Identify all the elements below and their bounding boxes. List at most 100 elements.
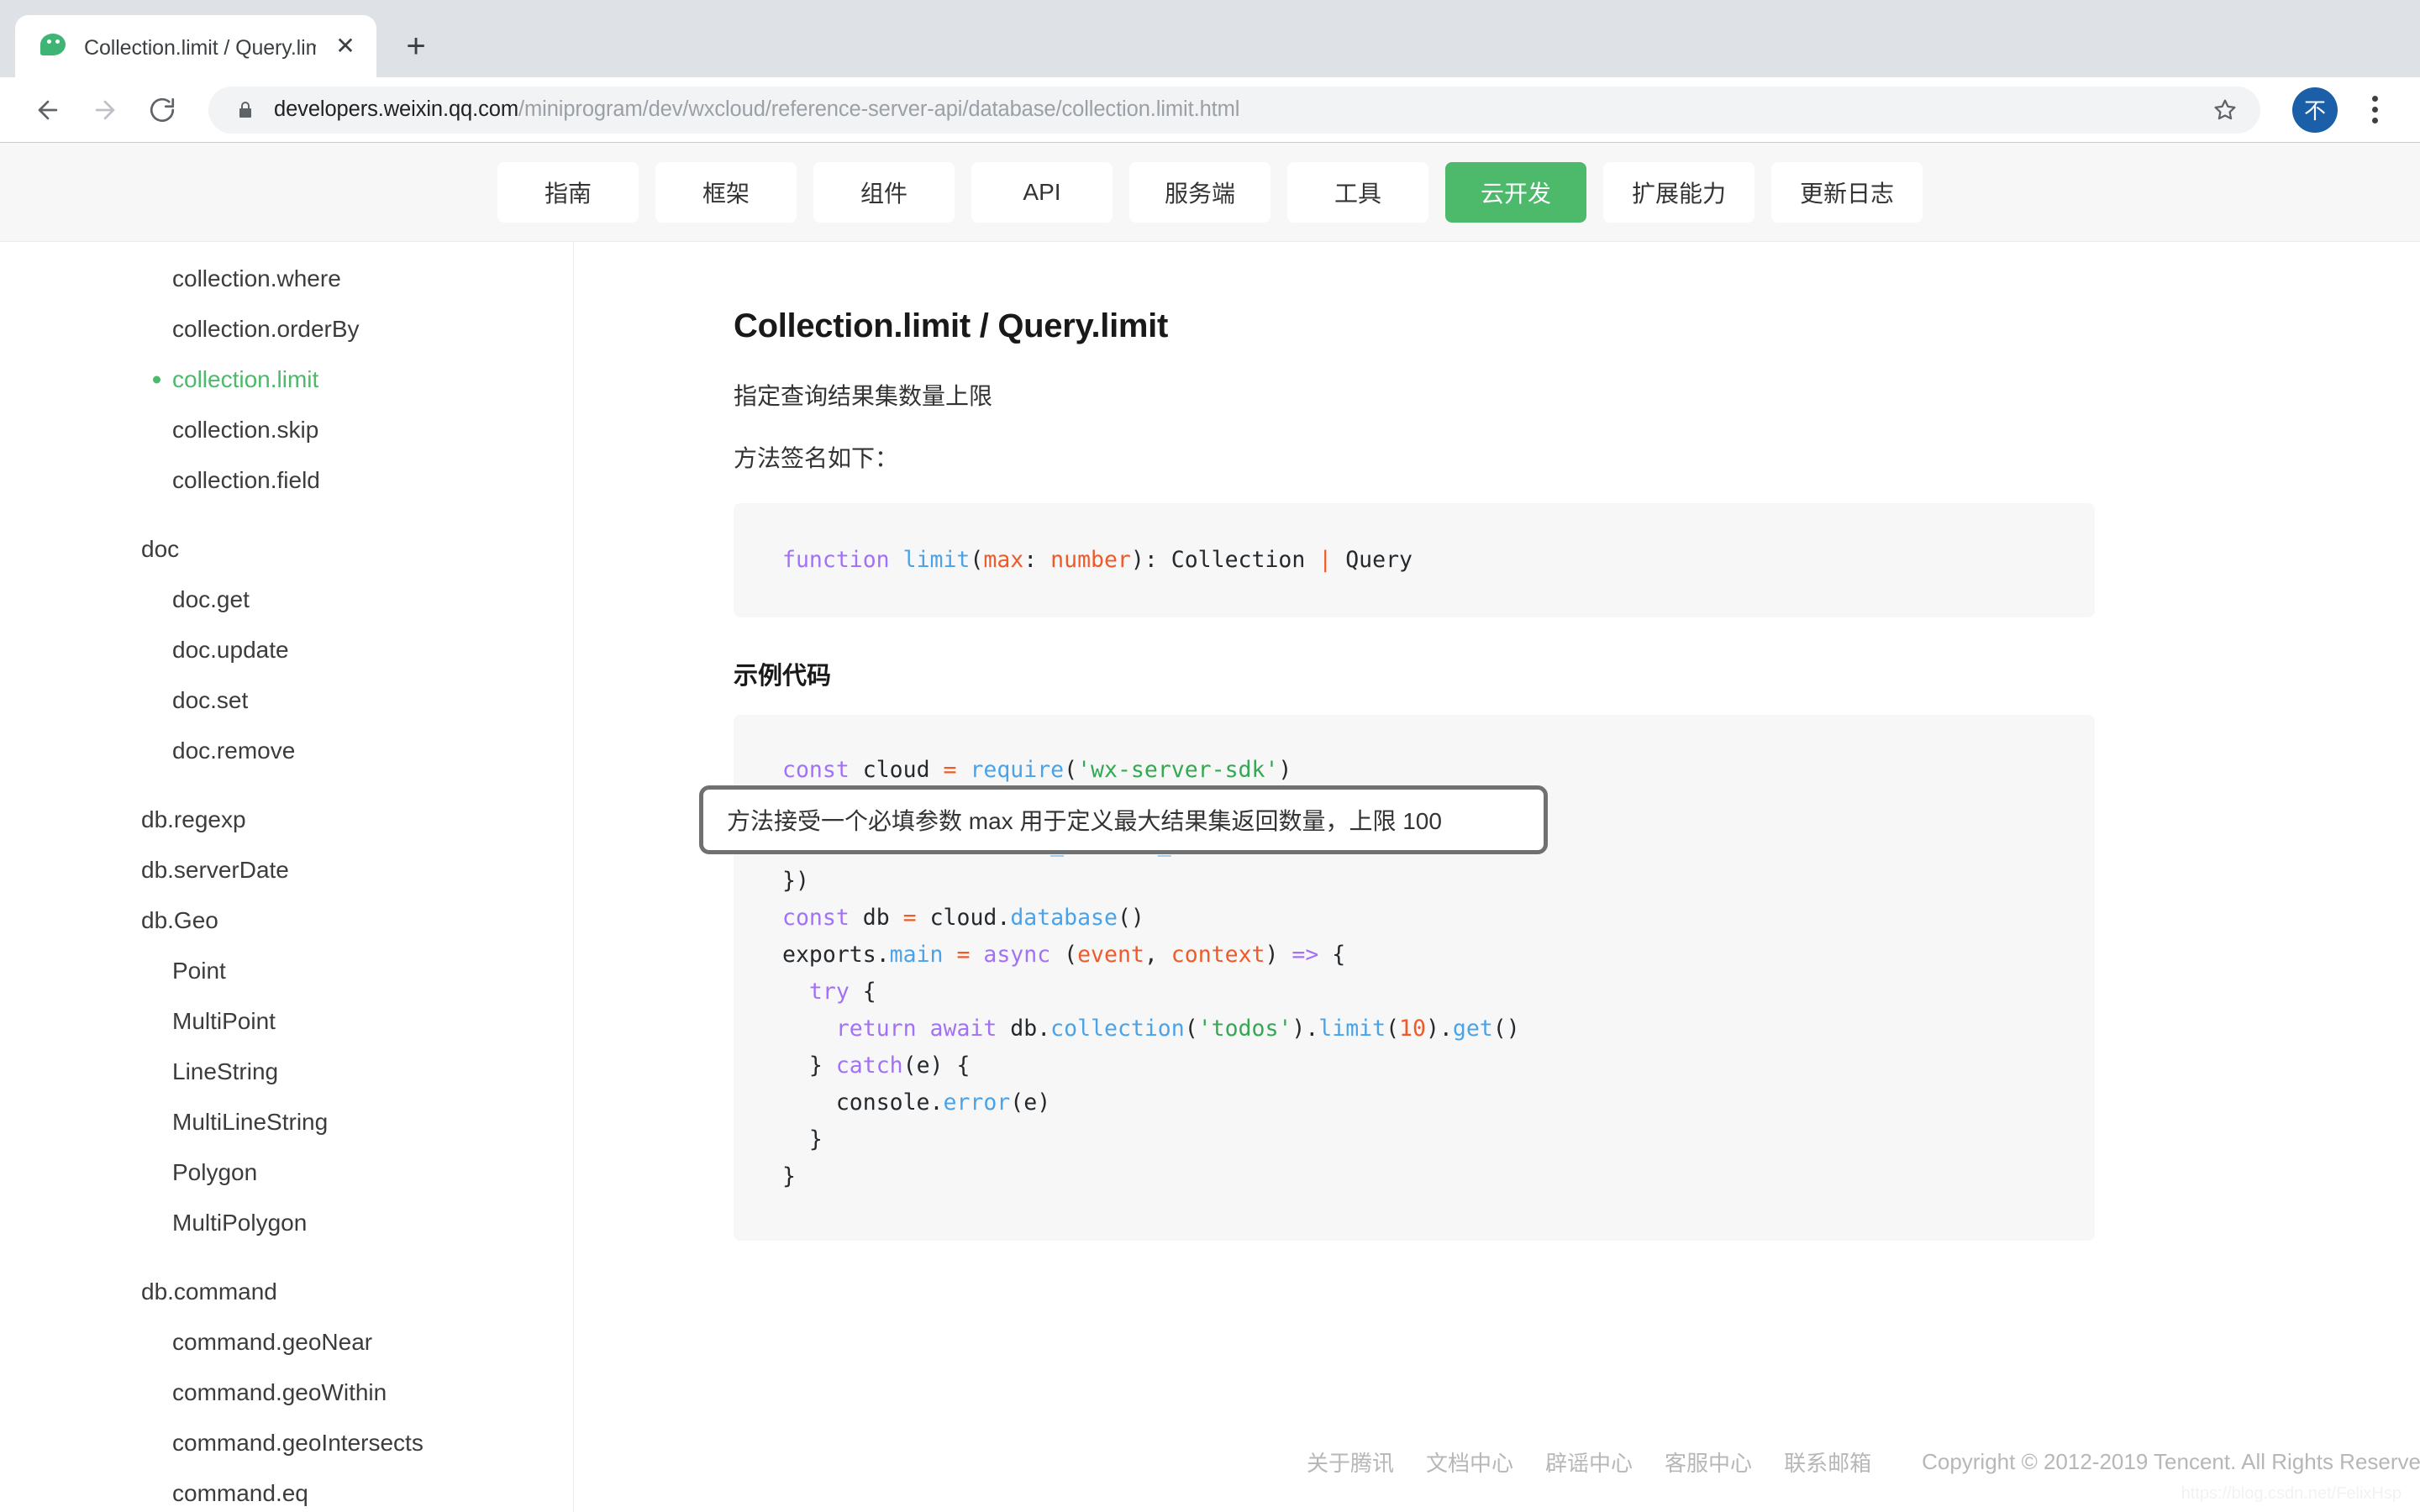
- sidebar-item-doc-remove[interactable]: doc.remove: [0, 726, 573, 776]
- sidebar-item-command-geowithin[interactable]: command.geoWithin: [0, 1368, 573, 1418]
- nav-item-gongju[interactable]: 工具: [1286, 161, 1428, 223]
- nav-item-yunkaifa[interactable]: 云开发: [1444, 161, 1586, 223]
- sidebar-item-linestring[interactable]: LineString: [0, 1047, 573, 1097]
- page-content: 指南 框架 组件 API 服务端 工具 云开发 扩展能力 更新日志 collec…: [0, 143, 2420, 1512]
- tab-title: Collection.limit / Query.limit | 微: [84, 36, 316, 60]
- sidebar-item-label: MultiLineString: [172, 1109, 329, 1135]
- sidebar-item-polygon[interactable]: Polygon: [0, 1147, 573, 1198]
- tab-strip: Collection.limit / Query.limit | 微 ✕ +: [0, 0, 2420, 77]
- sidebar-item-label: Point: [172, 958, 226, 984]
- browser-toolbar: developers.weixin.qq.com/miniprogram/dev…: [0, 77, 2420, 143]
- sidebar-item-label: db.command: [141, 1278, 277, 1305]
- sidebar-item-label: command.eq: [172, 1480, 308, 1506]
- address-bar[interactable]: developers.weixin.qq.com/miniprogram/dev…: [208, 86, 2260, 134]
- nav-item-zujian[interactable]: 组件: [813, 161, 955, 223]
- forward-icon[interactable]: [79, 84, 131, 136]
- page-description: 指定查询结果集数量上限: [734, 383, 993, 409]
- copyright-text: Copyright © 2012-2019 Tencent. All Right…: [1922, 1448, 2420, 1474]
- sidebar: collection.where collection.orderBy coll…: [0, 242, 574, 1512]
- sidebar-item-label: LineString: [172, 1058, 279, 1084]
- reload-icon[interactable]: [136, 84, 188, 136]
- sidebar-item-label: doc.update: [172, 637, 289, 663]
- nav-item-gengxinrizhi[interactable]: 更新日志: [1771, 161, 1923, 223]
- sidebar-item-label: command.geoIntersects: [172, 1430, 424, 1456]
- body-area: collection.where collection.orderBy coll…: [0, 242, 2420, 1512]
- url-path: /miniprogram/dev/wxcloud/reference-serve…: [518, 97, 1240, 121]
- sidebar-item-label: collection.limit: [172, 366, 319, 392]
- sidebar-item-multilinestring[interactable]: MultiLineString: [0, 1097, 573, 1147]
- nav-item-kuozhannengli[interactable]: 扩展能力: [1602, 161, 1754, 223]
- sidebar-item-collection-skip[interactable]: collection.skip: [0, 405, 573, 455]
- bookmark-star-icon[interactable]: [2212, 97, 2238, 123]
- close-icon[interactable]: ✕: [331, 34, 360, 58]
- sidebar-item-multipoint[interactable]: MultiPoint: [0, 996, 573, 1047]
- lock-icon: [235, 99, 255, 121]
- footer-link-service-center[interactable]: 客服中心: [1665, 1446, 1752, 1478]
- main-content: Collection.limit / Query.limit 指定查询结果集数量…: [574, 242, 2420, 1512]
- footer-link-about-tencent[interactable]: 关于腾讯: [1307, 1446, 1394, 1478]
- sidebar-item-label: collection.orderBy: [172, 316, 360, 342]
- signature-code-text: function limit(max: number): Collection …: [782, 547, 1413, 573]
- signature-intro: 方法签名如下：: [734, 445, 899, 471]
- footer-link-contact-email[interactable]: 联系邮箱: [1784, 1446, 1871, 1478]
- browser-tab[interactable]: Collection.limit / Query.limit | 微 ✕: [15, 15, 376, 77]
- sidebar-item-label: db.regexp: [141, 806, 246, 832]
- sidebar-item-collection-orderby[interactable]: collection.orderBy: [0, 304, 573, 354]
- wechat-icon: [40, 32, 69, 60]
- sidebar-item-label: doc.remove: [172, 738, 296, 764]
- sidebar-item-collection-field[interactable]: collection.field: [0, 455, 573, 506]
- back-icon[interactable]: [22, 84, 74, 136]
- sidebar-item-collection-where[interactable]: collection.where: [0, 254, 573, 304]
- sidebar-item-db-regexp[interactable]: db.regexp: [0, 795, 573, 845]
- active-bullet-icon: [153, 375, 160, 384]
- page-title: Collection.limit / Query.limit: [734, 307, 1168, 344]
- sidebar-item-label: command.geoWithin: [172, 1379, 387, 1405]
- sidebar-item-label: doc: [141, 536, 180, 562]
- sidebar-item-label: command.geoNear: [172, 1329, 373, 1355]
- sidebar-item-label: Polygon: [172, 1159, 258, 1185]
- watermark-text: https://blog.csdn.net/FelixHsp: [2181, 1484, 2402, 1503]
- sidebar-item-point[interactable]: Point: [0, 946, 573, 996]
- sidebar-item-label: db.Geo: [141, 907, 218, 933]
- sidebar-item-label: MultiPoint: [172, 1008, 276, 1034]
- footer-link-doc-center[interactable]: 文档中心: [1426, 1446, 1513, 1478]
- sidebar-item-label: MultiPolygon: [172, 1210, 308, 1236]
- sidebar-item-label: collection.where: [172, 265, 341, 291]
- three-dot-menu-icon[interactable]: [2351, 96, 2398, 123]
- sidebar-item-label: db.serverDate: [141, 857, 289, 883]
- sidebar-item-doc-set[interactable]: doc.set: [0, 675, 573, 726]
- sidebar-item-collection-limit[interactable]: collection.limit: [0, 354, 573, 405]
- sidebar-item-command-geointersects[interactable]: command.geoIntersects: [0, 1418, 573, 1468]
- sidebar-item-db-command[interactable]: db.command: [0, 1267, 573, 1317]
- sidebar-item-label: collection.field: [172, 467, 320, 493]
- highlight-note-text: 方法接受一个必填参数 max 用于定义最大结果集返回数量，上限 100: [727, 808, 1442, 834]
- sidebar-item-db-geo[interactable]: db.Geo: [0, 895, 573, 946]
- sidebar-item-doc-update[interactable]: doc.update: [0, 625, 573, 675]
- sidebar-item-command-eq[interactable]: command.eq: [0, 1468, 573, 1512]
- example-heading: 示例代码: [734, 663, 832, 690]
- signature-code-block: function limit(max: number): Collection …: [734, 503, 2095, 617]
- highlight-annotation-box: 方法接受一个必填参数 max 用于定义最大结果集返回数量，上限 100: [699, 785, 1548, 854]
- page-footer: 关于腾讯 文档中心 辟谣中心 客服中心 联系邮箱 Copyright © 201…: [574, 1411, 2420, 1512]
- avatar[interactable]: 不: [2292, 87, 2338, 133]
- url-host: developers.weixin.qq.com: [274, 97, 518, 121]
- site-nav: 指南 框架 组件 API 服务端 工具 云开发 扩展能力 更新日志: [0, 143, 2420, 242]
- sidebar-item-label: doc.set: [172, 687, 249, 713]
- new-tab-button[interactable]: +: [390, 20, 442, 72]
- sidebar-item-doc-get[interactable]: doc.get: [0, 575, 573, 625]
- sidebar-item-db-serverdate[interactable]: db.serverDate: [0, 845, 573, 895]
- nav-item-zhinan[interactable]: 指南: [497, 161, 639, 223]
- sidebar-item-doc[interactable]: doc: [0, 524, 573, 575]
- nav-item-kuangjia[interactable]: 框架: [655, 161, 797, 223]
- sidebar-item-multipolygon[interactable]: MultiPolygon: [0, 1198, 573, 1248]
- browser-window: Collection.limit / Query.limit | 微 ✕ + d…: [0, 0, 2420, 1512]
- nav-item-api[interactable]: API: [971, 161, 1113, 223]
- footer-link-rumor-center[interactable]: 辟谣中心: [1545, 1446, 1633, 1478]
- sidebar-item-command-geonear[interactable]: command.geoNear: [0, 1317, 573, 1368]
- sidebar-item-label: collection.skip: [172, 417, 319, 443]
- sidebar-item-label: doc.get: [172, 586, 250, 612]
- nav-item-fuwuduan[interactable]: 服务端: [1128, 161, 1270, 223]
